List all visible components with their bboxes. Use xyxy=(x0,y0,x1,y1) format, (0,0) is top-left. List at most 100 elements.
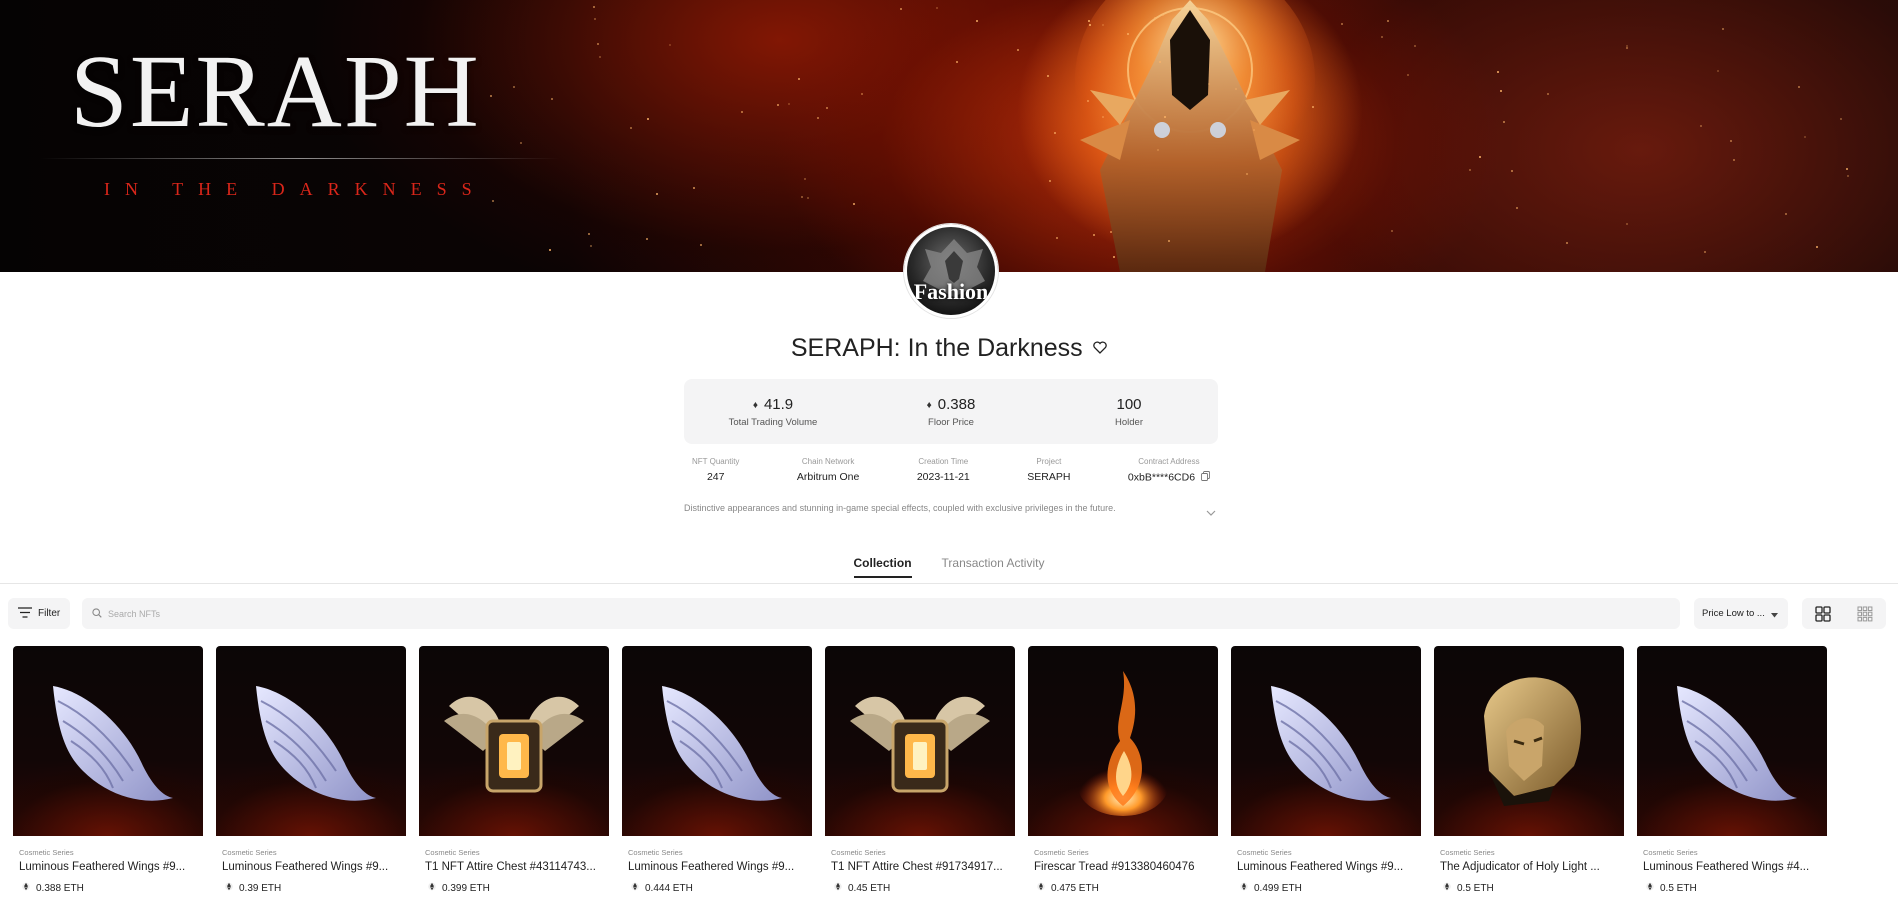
nft-price-value: 0.5 ETH xyxy=(1660,882,1697,894)
nft-series: Cosmetic Series xyxy=(1643,848,1698,857)
filter-icon xyxy=(18,606,32,621)
eth-icon xyxy=(1037,881,1045,895)
nft-price-value: 0.39 ETH xyxy=(239,882,282,894)
nft-card[interactable]: Cosmetic Series The Adjudicator of Holy L… xyxy=(1434,646,1624,916)
nft-price-value: 0.444 ETH xyxy=(645,882,693,894)
nft-image[interactable] xyxy=(216,646,406,836)
collection-avatar: Fashion xyxy=(904,224,998,318)
ember-particle xyxy=(1088,23,1091,26)
ember-particle xyxy=(598,55,601,58)
chevron-down-icon[interactable] xyxy=(1206,503,1216,521)
meta-label: Contract Address xyxy=(1138,457,1200,466)
banner-logo-divider xyxy=(40,158,560,159)
ember-particle xyxy=(1387,20,1390,23)
nft-name: Luminous Feathered Wings #9... xyxy=(628,861,795,873)
eth-icon xyxy=(1646,881,1654,895)
nft-image[interactable] xyxy=(419,646,609,836)
large-grid-view-button[interactable] xyxy=(1807,602,1839,626)
nft-image[interactable] xyxy=(622,646,812,836)
small-grid-icon xyxy=(1857,606,1873,621)
ember-particle xyxy=(549,248,552,251)
nft-series: Cosmetic Series xyxy=(1440,848,1495,857)
banner-logo-subtitle: IN THE DARKNESS xyxy=(104,179,487,199)
ember-particle xyxy=(1380,36,1383,39)
filter-button[interactable]: Filter xyxy=(8,598,70,629)
meta-value[interactable]: SERAPH xyxy=(1027,471,1070,483)
ember-particle xyxy=(1785,212,1788,215)
ember-particle xyxy=(1414,44,1417,47)
ember-particle xyxy=(589,245,592,248)
ember-particle xyxy=(806,196,809,199)
nft-card[interactable]: Cosmetic Series Luminous Feathered Wings … xyxy=(622,646,812,916)
ember-particle xyxy=(592,5,595,8)
ember-particle xyxy=(1716,70,1719,73)
nft-card[interactable]: Cosmetic Series Luminous Feathered Wings … xyxy=(13,646,203,916)
ember-particle xyxy=(1566,242,1569,245)
ember-particle xyxy=(699,243,702,246)
ember-particle xyxy=(1055,236,1058,239)
meta-chain-network: Chain Network Arbitrum One xyxy=(797,457,859,484)
ember-particle xyxy=(956,61,959,64)
tab-collection[interactable]: Collection xyxy=(853,556,912,578)
ember-particle xyxy=(1469,169,1472,172)
eth-icon: ♦ xyxy=(752,399,758,411)
sort-select[interactable]: Price Low to ... xyxy=(1694,598,1788,629)
nft-series: Cosmetic Series xyxy=(1237,848,1292,857)
nft-image[interactable] xyxy=(1231,646,1421,836)
nft-price: 0.475 ETH xyxy=(1037,881,1218,895)
ember-particle xyxy=(630,126,633,129)
ember-particle xyxy=(1048,180,1051,183)
nft-name: Luminous Feathered Wings #9... xyxy=(19,861,186,873)
ember-particle xyxy=(1497,70,1500,73)
nft-image[interactable] xyxy=(1434,646,1624,836)
nft-price-value: 0.5 ETH xyxy=(1457,882,1494,894)
filter-label: Filter xyxy=(38,608,61,619)
ember-particle xyxy=(1479,155,1482,158)
meta-label: Creation Time xyxy=(918,457,969,466)
nft-image[interactable] xyxy=(13,646,203,836)
search-bar xyxy=(82,598,1680,629)
nft-image[interactable] xyxy=(1637,646,1827,836)
ember-particle xyxy=(594,18,597,21)
nft-image[interactable] xyxy=(1028,646,1218,836)
eth-icon xyxy=(834,881,842,895)
collection-meta: NFT Quantity 247 Chain Network Arbitrum … xyxy=(684,457,1218,484)
heart-icon[interactable] xyxy=(1093,341,1107,359)
ember-particle xyxy=(1407,74,1410,77)
meta-contract-address: Contract Address 0xbB****6CD6 xyxy=(1128,457,1210,484)
stat-label: Total Trading Volume xyxy=(728,416,818,428)
nft-card[interactable]: Cosmetic Series Luminous Feathered Wings … xyxy=(216,646,406,916)
ember-particle xyxy=(1503,120,1506,123)
ember-particle xyxy=(1846,174,1849,177)
nft-card[interactable]: Cosmetic Series Luminous Feathered Wings … xyxy=(1637,646,1827,916)
ember-particle xyxy=(1626,223,1629,226)
ember-particle xyxy=(1234,87,1237,90)
nft-card[interactable]: Cosmetic Series T1 NFT Attire Chest #4311… xyxy=(419,646,609,916)
ember-particle xyxy=(1046,75,1049,78)
eth-icon xyxy=(225,881,233,895)
copy-icon[interactable] xyxy=(1201,471,1210,484)
small-grid-view-button[interactable] xyxy=(1849,602,1881,626)
nft-price: 0.499 ETH xyxy=(1240,881,1421,895)
nft-name: Luminous Feathered Wings #4... xyxy=(1643,861,1810,873)
ember-particle xyxy=(1515,207,1518,210)
nft-card[interactable]: Cosmetic Series T1 NFT Attire Chest #9173… xyxy=(825,646,1015,916)
nft-card[interactable]: Cosmetic Series Firescar Tread #913380460… xyxy=(1028,646,1218,916)
eth-icon xyxy=(22,881,30,895)
ember-particle xyxy=(1499,89,1502,92)
ember-particle xyxy=(588,232,591,235)
ember-particle xyxy=(668,43,671,46)
nft-card[interactable]: Cosmetic Series Luminous Feathered Wings … xyxy=(1231,646,1421,916)
nft-price: 0.388 ETH xyxy=(22,881,203,895)
search-input[interactable] xyxy=(108,608,1608,619)
nft-image[interactable] xyxy=(825,646,1015,836)
meta-value: 2023-11-21 xyxy=(916,471,970,483)
ember-particle xyxy=(1016,48,1019,51)
nft-price-value: 0.399 ETH xyxy=(442,882,490,894)
nft-name: Luminous Feathered Wings #9... xyxy=(222,861,389,873)
ember-particle xyxy=(797,78,800,81)
ember-particle xyxy=(1703,251,1706,254)
tab-transaction-activity[interactable]: Transaction Activity xyxy=(942,556,1045,578)
ember-particle xyxy=(1101,23,1104,26)
avatar-label: Fashion xyxy=(913,279,989,304)
